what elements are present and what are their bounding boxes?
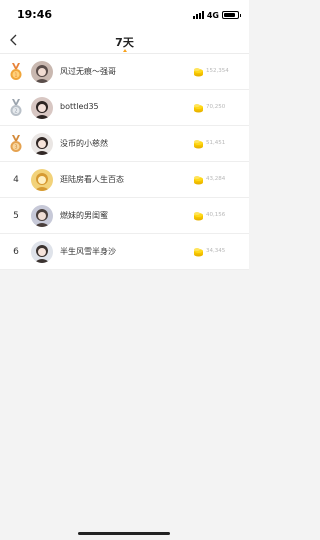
svg-text:3: 3 — [14, 145, 17, 151]
coin-score: 70,250 — [206, 104, 226, 110]
avatar[interactable] — [31, 241, 53, 263]
gold-medal-icon: 1 — [10, 63, 22, 80]
rank-slot: 4 — [7, 171, 25, 189]
bronze-medal-icon: 3 — [10, 135, 22, 152]
user-name: 半生风雪半身沙 — [60, 247, 116, 256]
coin-score: 51,451 — [206, 140, 226, 146]
tab-indicator — [122, 49, 127, 52]
user-name: 燃妹的男闺蜜 — [60, 211, 108, 220]
user-name: 没币的小慈然 — [60, 139, 108, 148]
avatar-image — [31, 61, 53, 83]
gold-coin-icon — [193, 247, 204, 257]
coin-stack-icon — [194, 248, 203, 257]
avatar-image — [31, 205, 53, 227]
avatar[interactable] — [31, 205, 53, 227]
status-time: 19:46 — [17, 8, 53, 21]
coin-stack-icon — [194, 104, 203, 113]
page-title: 7天 — [115, 36, 134, 49]
battery-icon — [222, 11, 241, 19]
coin-score: 152,354 — [206, 68, 229, 74]
svg-text:1: 1 — [14, 73, 17, 79]
svg-text:2: 2 — [14, 109, 17, 115]
ranking-row[interactable]: 1 风过无痕～强哥 152,354 — [0, 54, 249, 90]
coin-stack-icon — [194, 140, 203, 149]
home-indicator — [78, 532, 170, 535]
gold-coin-icon — [193, 67, 204, 77]
rank-slot: 3 — [7, 135, 25, 153]
avatar[interactable] — [31, 61, 53, 83]
status-indicators: 4G — [192, 10, 241, 20]
gold-coin-icon — [193, 103, 204, 113]
coin-score: 43,284 — [206, 176, 226, 182]
avatar-image — [31, 133, 53, 155]
rank-number: 5 — [13, 211, 19, 221]
coin-stack-icon — [194, 212, 203, 221]
rank-slot: 1 — [7, 63, 25, 81]
coin-score: 40,156 — [206, 212, 226, 218]
user-name: 逛陆房看人生百态 — [60, 175, 124, 184]
nav-bar: 7天 — [0, 30, 249, 54]
coin-score: 34,345 — [206, 248, 226, 254]
ranking-list: 1 风过无痕～强哥 152,354 2 bottled35 70,250 3 没币的小慈然 51… — [0, 54, 249, 270]
ranking-row[interactable]: 6 半生风雪半身沙 34,345 — [0, 234, 249, 270]
user-name: 风过无痕～强哥 — [60, 67, 116, 76]
avatar-image — [31, 97, 53, 119]
avatar-image — [31, 241, 53, 263]
avatar-image — [31, 169, 53, 191]
avatar[interactable] — [31, 169, 53, 191]
gold-coin-icon — [193, 139, 204, 149]
gold-coin-icon — [193, 211, 204, 221]
signal-icon — [192, 11, 204, 19]
avatar[interactable] — [31, 97, 53, 119]
user-name: bottled35 — [60, 102, 99, 111]
silver-medal-icon: 2 — [10, 99, 22, 116]
rank-slot: 6 — [7, 243, 25, 261]
coin-stack-icon — [194, 176, 203, 185]
gold-coin-icon — [193, 175, 204, 185]
rank-slot: 2 — [7, 99, 25, 117]
ranking-row[interactable]: 3 没币的小慈然 51,451 — [0, 126, 249, 162]
ranking-row[interactable]: 4 逛陆房看人生百态 43,284 — [0, 162, 249, 198]
ranking-row[interactable]: 5 燃妹的男闺蜜 40,156 — [0, 198, 249, 234]
avatar[interactable] — [31, 133, 53, 155]
coin-stack-icon — [194, 68, 203, 77]
network-label: 4G — [206, 10, 219, 20]
rank-number: 4 — [13, 175, 19, 185]
rank-slot: 5 — [7, 207, 25, 225]
rank-number: 6 — [13, 247, 19, 257]
status-bar: 19:46 4G — [0, 0, 249, 30]
battery-level — [224, 13, 236, 17]
ranking-row[interactable]: 2 bottled35 70,250 — [0, 90, 249, 126]
